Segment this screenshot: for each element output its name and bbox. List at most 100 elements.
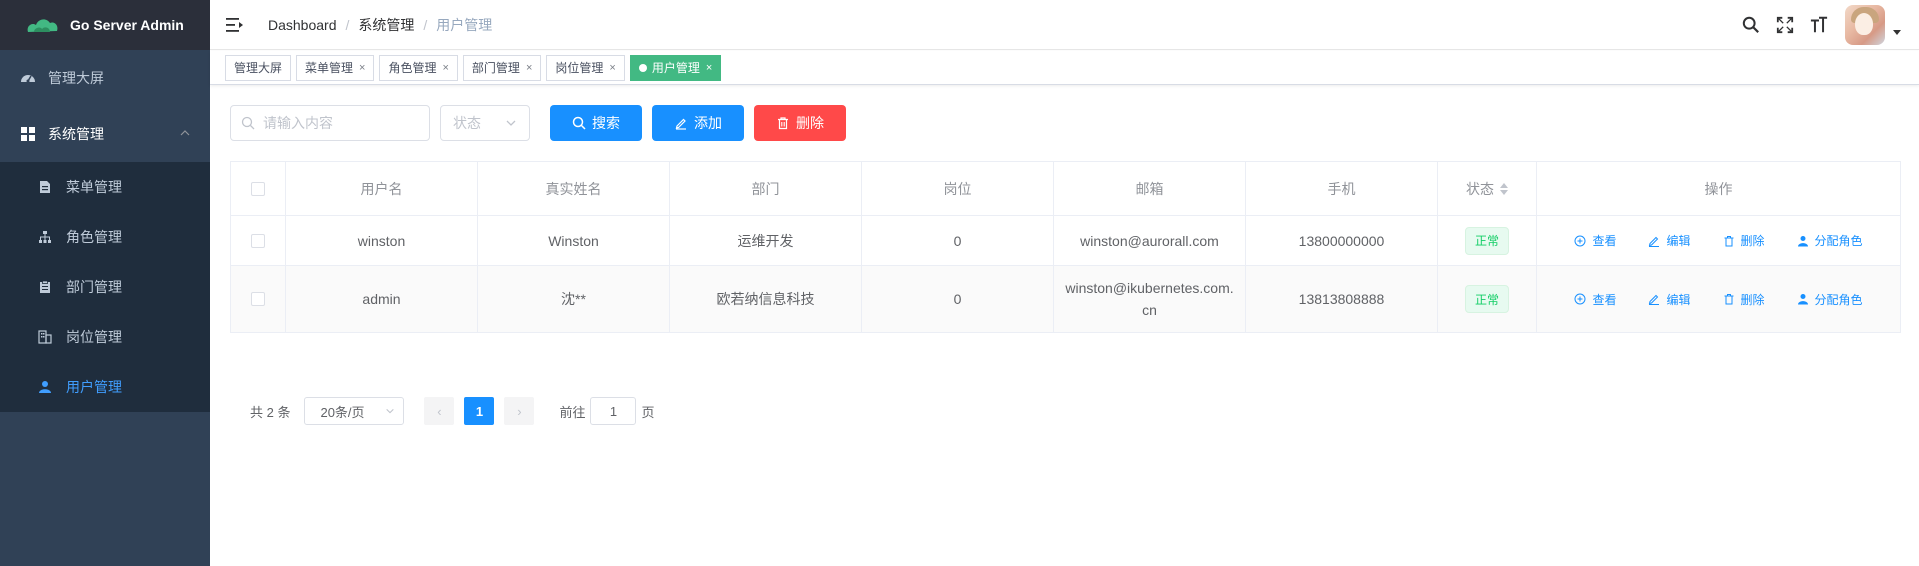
cell-email: winston@aurorall.com (1054, 216, 1246, 265)
chevron-down-icon (506, 120, 516, 126)
cell-actions: 查看 编辑 删除 分配角色 (1537, 266, 1900, 332)
cell-username: admin (286, 266, 478, 332)
sidebar-item-label: 系统管理 (48, 126, 104, 142)
search-button[interactable]: 搜索 (550, 105, 642, 141)
page-jumper: 前往 1 页 (559, 397, 655, 425)
page-number-current[interactable]: 1 (464, 397, 495, 425)
sidebar-item-label: 部门管理 (66, 279, 122, 295)
breadcrumb-dashboard[interactable]: Dashboard (268, 17, 337, 33)
close-icon[interactable]: × (526, 62, 532, 74)
sidebar-item-user[interactable]: 用户管理 (0, 362, 210, 412)
next-page-button[interactable]: › (504, 397, 535, 425)
row-delete-button[interactable]: 删除 (1723, 291, 1765, 308)
page-size-select[interactable]: 20条/页 (304, 397, 405, 425)
sidebar-item-menu[interactable]: 菜单管理 (0, 162, 210, 212)
sidebar-item-label: 岗位管理 (66, 329, 122, 345)
sidebar-item-system[interactable]: 系统管理 (0, 106, 210, 162)
select-all-checkbox[interactable] (251, 181, 265, 196)
cell-email: winston@ikubernetes.com.cn (1054, 266, 1246, 332)
app: Go Server Admin 管理大屏 系统管理 菜单管理 角色管理 部门管理… (0, 0, 1919, 566)
building-icon (38, 330, 52, 344)
header-dept: 部门 (670, 162, 862, 215)
row-delete-button[interactable]: 删除 (1723, 232, 1765, 249)
add-button-label: 添加 (694, 115, 722, 131)
table-row: admin 沈** 欧若纳信息科技 0 winston@ikubernetes.… (231, 266, 1900, 332)
pagination: 共 2 条 20条/页 ‹ 1 › 前往 1 页 (250, 397, 655, 425)
trash-icon (776, 116, 790, 130)
user-icon (38, 380, 52, 394)
row-checkbox-cell (231, 266, 286, 332)
header-realname: 真实姓名 (478, 162, 670, 215)
header-actions: 操作 (1704, 180, 1733, 197)
tag-label: 岗位管理 (555, 61, 604, 75)
edit-button[interactable]: 编辑 (1648, 232, 1691, 249)
fullscreen-icon[interactable] (1775, 15, 1795, 35)
tags-view: 管理大屏 菜单管理 × 角色管理 × 部门管理 × 岗位管理 × 用户管理 × (210, 51, 1919, 85)
avatar[interactable] (1845, 5, 1885, 45)
row-checkbox[interactable] (251, 292, 265, 306)
logo[interactable]: Go Server Admin (0, 0, 210, 50)
sidebar: Go Server Admin 管理大屏 系统管理 菜单管理 角色管理 部门管理… (0, 0, 210, 566)
tag-label: 管理大屏 (234, 61, 283, 75)
edit-label: 编辑 (1666, 292, 1691, 307)
delete-button-label: 删除 (796, 115, 824, 131)
row-checkbox-cell (231, 216, 286, 265)
close-icon[interactable]: × (442, 62, 448, 74)
hamburger-icon[interactable] (226, 17, 244, 33)
font-size-icon[interactable] (1809, 15, 1829, 35)
sidebar-item-role[interactable]: 角色管理 (0, 212, 210, 262)
delete-label: 删除 (1740, 292, 1765, 307)
edit-button[interactable]: 编辑 (1648, 291, 1691, 308)
assign-role-button[interactable]: 分配角色 (1797, 291, 1863, 308)
view-button[interactable]: 查看 (1574, 232, 1616, 249)
status-badge: 正常 (1464, 285, 1509, 313)
sidebar-item-dept[interactable]: 部门管理 (0, 262, 210, 312)
sidebar-item-label: 管理大屏 (48, 70, 104, 86)
page-suffix: 页 (641, 404, 655, 420)
assign-role-button[interactable]: 分配角色 (1797, 232, 1863, 249)
add-button[interactable]: 添加 (652, 105, 744, 141)
chevron-down-icon (386, 408, 395, 414)
sidebar-item-dashboard[interactable]: 管理大屏 (0, 50, 210, 106)
close-icon[interactable]: × (609, 62, 615, 74)
tag-user[interactable]: 用户管理 × (629, 54, 722, 81)
cell-status: 正常 (1438, 266, 1537, 332)
row-checkbox[interactable] (251, 233, 265, 248)
caret-down-icon[interactable] (1893, 29, 1901, 35)
tag-role[interactable]: 角色管理 × (379, 54, 458, 81)
status-select[interactable]: 状态 (440, 105, 530, 141)
tag-dept[interactable]: 部门管理 × (462, 54, 542, 81)
tag-dashboard[interactable]: 管理大屏 (225, 54, 292, 81)
view-button[interactable]: 查看 (1574, 291, 1616, 308)
document-icon (38, 180, 52, 194)
close-icon[interactable]: × (359, 62, 365, 74)
close-icon[interactable]: × (706, 62, 712, 74)
tag-label: 菜单管理 (305, 61, 354, 75)
cell-post: 0 (862, 266, 1054, 332)
delete-button[interactable]: 删除 (754, 105, 846, 141)
prev-page-button[interactable]: ‹ (424, 397, 455, 425)
cell-status: 正常 (1438, 216, 1537, 265)
cell-dept: 欧若纳信息科技 (670, 266, 862, 332)
tag-post[interactable]: 岗位管理 × (546, 54, 625, 81)
navbar-right (1727, 0, 1901, 50)
submenu: 菜单管理 角色管理 部门管理 岗位管理 用户管理 (0, 162, 210, 412)
search-input[interactable]: 请输入内容 (230, 105, 430, 141)
status-badge: 正常 (1464, 226, 1509, 255)
trash-icon (1723, 293, 1735, 305)
breadcrumb-system[interactable]: 系统管理 (358, 15, 414, 35)
breadcrumb: Dashboard / 系统管理 / 用户管理 (268, 15, 492, 35)
assign-role-label: 分配角色 (1814, 234, 1863, 248)
header-email: 邮箱 (1054, 162, 1246, 215)
edit-label: 编辑 (1666, 234, 1691, 248)
app-title: Go Server Admin (70, 17, 184, 33)
total-count: 共 2 条 (250, 404, 291, 420)
header-status[interactable]: 状态 (1438, 162, 1537, 215)
cell-dept: 运维开发 (670, 216, 862, 265)
header-status-label: 状态 (1466, 180, 1494, 197)
sort-icon[interactable] (1500, 182, 1508, 195)
sidebar-item-post[interactable]: 岗位管理 (0, 312, 210, 362)
goto-page-input[interactable]: 1 (590, 397, 637, 425)
search-icon[interactable] (1741, 15, 1761, 35)
tag-menu[interactable]: 菜单管理 × (296, 54, 375, 81)
